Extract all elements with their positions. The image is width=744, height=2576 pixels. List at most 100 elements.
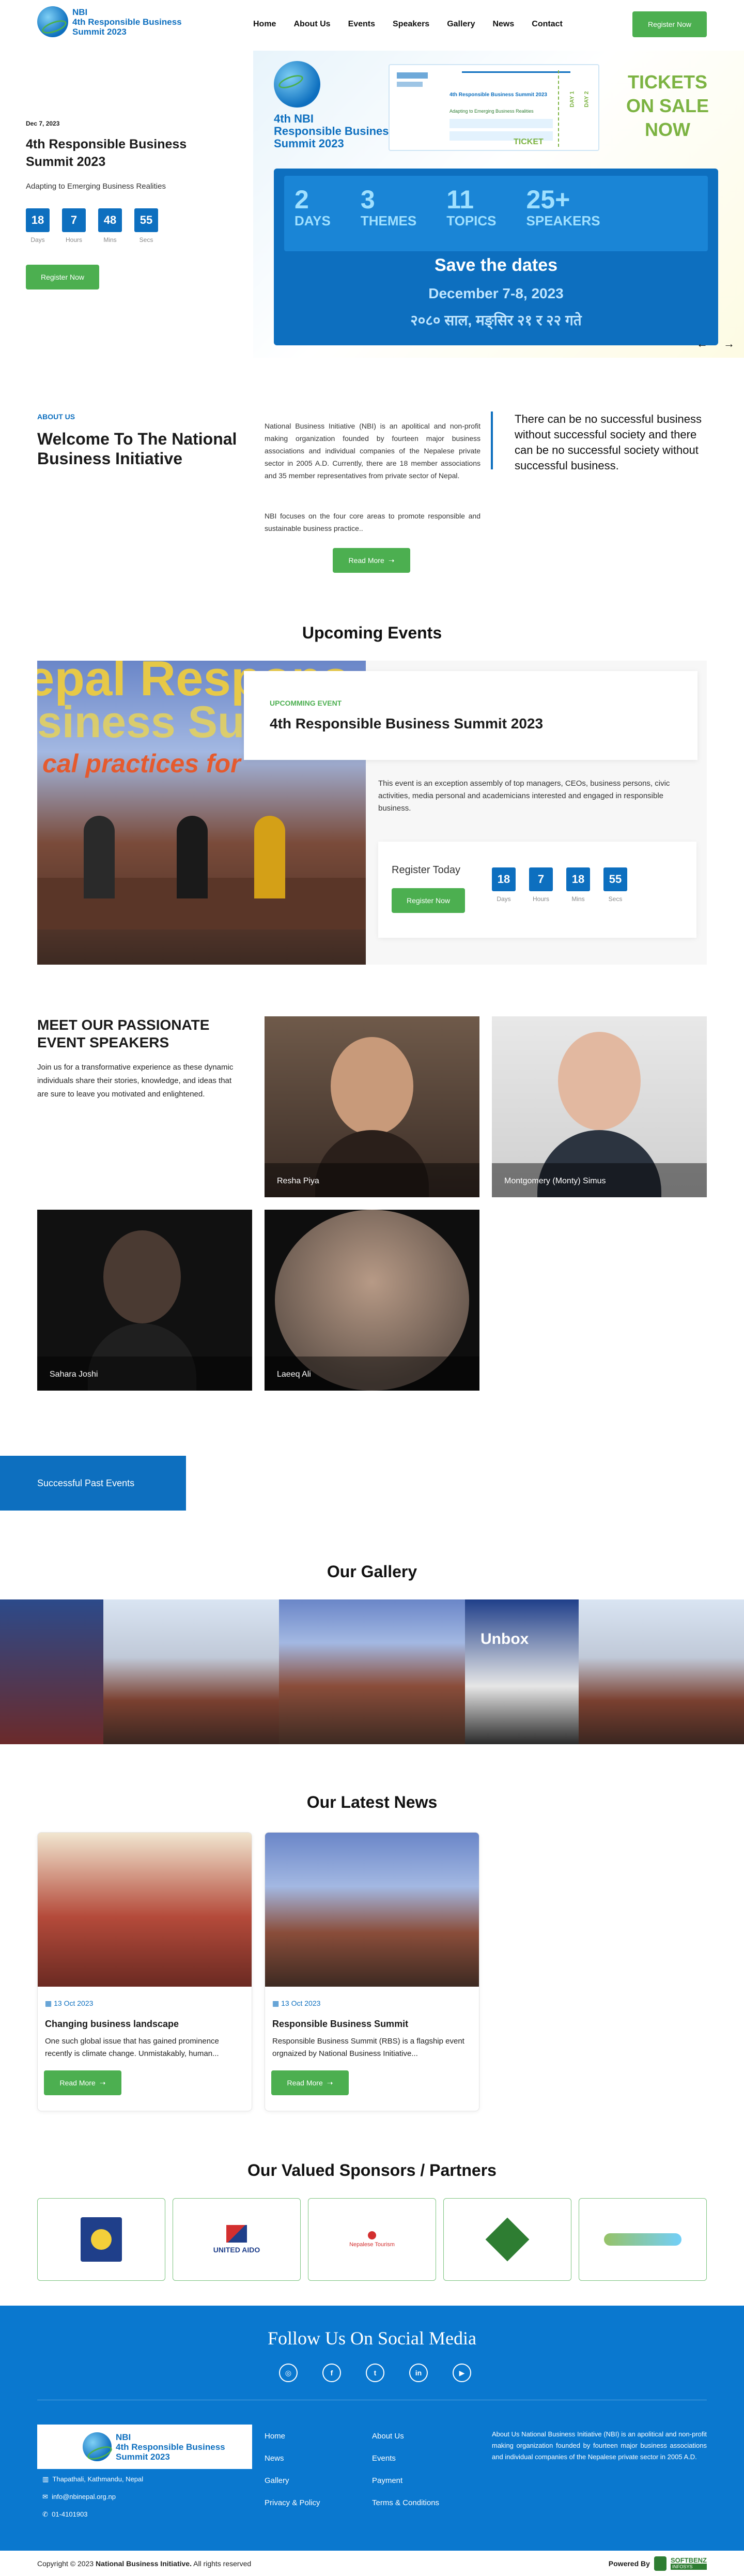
copyright-bar: Copyright © 2023 National Business Initi… [37, 2551, 707, 2576]
footer-link-payment[interactable]: Payment [372, 2476, 439, 2485]
speaker-name: Resha Piya [265, 1163, 479, 1197]
news-date: ▦ 13 Oct 2023 [272, 1999, 321, 2007]
calendar-icon: ▦ [272, 1999, 280, 2007]
footer-link-about[interactable]: About Us [372, 2432, 439, 2441]
globe-logo-icon [274, 61, 320, 108]
news-date: ▦ 13 Oct 2023 [45, 1999, 94, 2007]
about-read-more-button[interactable]: Read More ➝ [333, 548, 410, 573]
upcoming-events-title: Upcoming Events [302, 623, 442, 642]
news-image [265, 1833, 479, 1987]
save-the-dates: Save the dates [434, 255, 558, 275]
map-icon: ▥ [42, 2475, 49, 2483]
past-events-button[interactable]: Successful Past Events [0, 1456, 186, 1511]
speaker-photo [558, 1032, 641, 1130]
nav-gallery[interactable]: Gallery [447, 20, 475, 29]
hero-left: Dec 7, 2023 4th Responsible Business Sum… [0, 51, 253, 358]
calendar-icon: ▦ [45, 1999, 52, 2007]
hero-next-arrow-icon[interactable]: → [723, 337, 735, 350]
countdown-days: 18 Days [26, 208, 50, 243]
footer-link-news[interactable]: News [265, 2454, 320, 2463]
speaker-name: Sahara Joshi [37, 1356, 252, 1391]
gallery-image[interactable] [0, 1599, 103, 1744]
arrow-right-icon: ➝ [327, 2078, 333, 2087]
speaker-card[interactable]: Sahara Joshi [37, 1210, 252, 1391]
sponsor-logo[interactable]: UNITED AIDO [173, 2198, 301, 2281]
news-card[interactable]: ▦ 13 Oct 2023 Responsible Business Summi… [265, 1832, 479, 2111]
news-image [38, 1833, 252, 1987]
event-dates-nepali: २०८० साल, मङ्सिर २१ र २२ गते [410, 312, 582, 328]
news-headline: Changing business landscape [45, 2019, 179, 2029]
twitter-icon[interactable]: t [366, 2364, 384, 2382]
speaker-card[interactable]: Laeeq Ali [265, 1210, 479, 1391]
news-read-more-button[interactable]: Read More ➝ [44, 2070, 121, 2095]
footer-link-privacy[interactable]: Privacy & Policy [265, 2498, 320, 2507]
news-card[interactable]: ▦ 13 Oct 2023 Changing business landscap… [37, 1832, 252, 2111]
hero-prev-arrow-icon[interactable]: ← [696, 337, 708, 350]
footer-links-col-2: About Us Events Payment Terms & Conditio… [372, 2432, 439, 2507]
youtube-icon[interactable]: ▶ [453, 2364, 471, 2382]
upcoming-countdown: 18 Days 7 Hours 18 Mins 55 Secs [492, 867, 627, 903]
gallery-image[interactable] [579, 1599, 744, 1744]
upcoming-register-button[interactable]: Register Now [392, 888, 465, 913]
countdown-hours: 7 Hours [529, 867, 553, 903]
nav-home[interactable]: Home [253, 20, 276, 29]
mail-icon: ✉ [42, 2493, 48, 2501]
arrow-right-icon: ➝ [388, 556, 395, 565]
social-links: ◎ f t in ▶ [279, 2364, 471, 2382]
nav-speakers[interactable]: Speakers [393, 20, 429, 29]
event-schedule-panel: 2 DAYS 3 THEMES 11 TOPICS 25+ SPEAKERS Save … [274, 169, 718, 345]
register-box: Register Today Register Now 18 Days 7 Hour… [378, 842, 696, 938]
sponsor-logo[interactable] [37, 2198, 165, 2281]
banner-logo [274, 61, 320, 108]
countdown-mins: 48 Mins [98, 208, 122, 243]
speakers-title: MEET OUR PASSIONATE EVENT SPEAKERS [37, 1017, 210, 1050]
news-read-more-button[interactable]: Read More ➝ [271, 2070, 349, 2095]
news-excerpt: One such global issue that has gained pr… [45, 2037, 219, 2058]
nav-about-us[interactable]: About Us [293, 20, 330, 29]
nav-events[interactable]: Events [348, 20, 375, 29]
ticket-graphic: 4th Responsible Business Summit 2023 Ada… [389, 64, 599, 151]
logo-line-2: 4th Responsible Business [72, 17, 182, 27]
globe-logo-icon [83, 2432, 112, 2461]
site-logo[interactable]: NBI 4th Responsible Business Summit 2023 [37, 6, 182, 37]
footer-about-text: About Us National Business Initiative (N… [492, 2430, 707, 2461]
nav-contact[interactable]: Contact [532, 20, 563, 29]
footer-link-gallery[interactable]: Gallery [265, 2476, 320, 2485]
sponsor-logo[interactable] [443, 2198, 571, 2281]
site-footer: Follow Us On Social Media ◎ f t in ▶ NBI… [0, 2306, 744, 2551]
sponsor-logo[interactable] [579, 2198, 707, 2281]
gallery-image[interactable] [103, 1599, 279, 1744]
footer-link-terms[interactable]: Terms & Conditions [372, 2498, 439, 2507]
countdown-secs: 55 Secs [134, 208, 158, 243]
instagram-icon[interactable]: ◎ [279, 2364, 298, 2382]
hero-register-button[interactable]: Register Now [26, 265, 99, 289]
countdown-mins: 18 Mins [566, 867, 590, 903]
linkedin-icon[interactable]: in [409, 2364, 428, 2382]
sponsor-logo[interactable]: Nepalese Tourism [308, 2198, 436, 2281]
countdown-days: 18 Days [492, 867, 516, 903]
footer-email[interactable]: ✉ info@nbinepal.org.np [42, 2493, 116, 2501]
facebook-icon[interactable]: f [322, 2364, 341, 2382]
speaker-card[interactable]: Montgomery (Monty) Simus [492, 1016, 707, 1197]
header-register-button[interactable]: Register Now [632, 11, 707, 37]
tickets-on-sale: TICKETS ON SALE NOW [626, 71, 709, 140]
arrow-right-icon: ➝ [99, 2078, 106, 2087]
gallery-image[interactable] [279, 1599, 465, 1744]
news-headline: Responsible Business Summit [272, 2019, 409, 2029]
footer-links-col-1: Home News Gallery Privacy & Policy [265, 2432, 320, 2507]
speaker-card[interactable]: Resha Piya [265, 1016, 479, 1197]
powered-by[interactable]: Powered By SOFTBENZ INFOSYS [609, 2556, 707, 2571]
countdown-secs: 55 Secs [603, 867, 627, 903]
footer-link-home[interactable]: Home [265, 2432, 320, 2441]
news-title: Our Latest News [306, 1793, 438, 1811]
logo-line-3: Summit 2023 [72, 26, 127, 37]
footer-logo[interactable]: NBI 4th Responsible Business Summit 2023 [37, 2425, 252, 2469]
site-header: NBI 4th Responsible Business Summit 2023… [0, 0, 744, 51]
about-quote: There can be no successful business with… [515, 413, 702, 472]
nav-news[interactable]: News [492, 20, 514, 29]
speaker-photo [103, 1230, 181, 1323]
footer-phone[interactable]: ✆ 01-4101903 [42, 2510, 88, 2519]
gallery-image[interactable]: Unbox [465, 1599, 579, 1744]
footer-link-events[interactable]: Events [372, 2454, 439, 2463]
globe-logo-icon [37, 6, 68, 37]
